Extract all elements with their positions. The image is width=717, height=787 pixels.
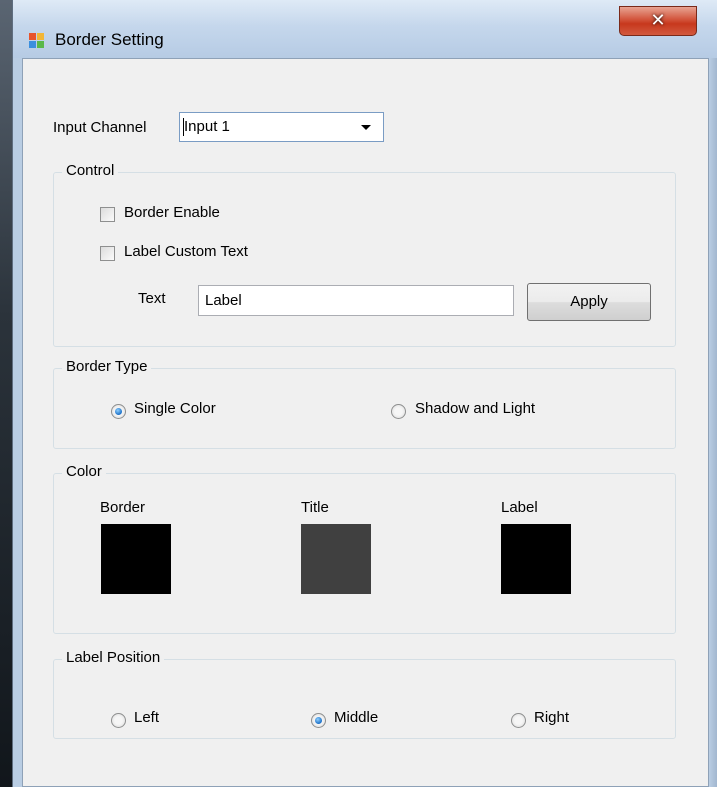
label-color-label: Label xyxy=(501,499,538,516)
single-color-label[interactable]: Single Color xyxy=(134,400,216,417)
control-group-title: Control xyxy=(62,162,119,179)
text-field-label: Text xyxy=(138,290,166,307)
chevron-down-icon[interactable] xyxy=(361,125,371,130)
border-type-group-title: Border Type xyxy=(62,358,152,375)
apply-button[interactable]: Apply xyxy=(527,283,651,321)
middle-radio[interactable] xyxy=(311,713,326,728)
window-frame-right xyxy=(709,58,717,787)
label-color-swatch[interactable] xyxy=(501,524,571,594)
shadow-and-light-label[interactable]: Shadow and Light xyxy=(415,400,535,417)
border-type-group: Border Type Single Color Shadow and Ligh… xyxy=(53,358,676,449)
window-title: Border Setting xyxy=(55,30,164,49)
custom-text-input[interactable]: Label xyxy=(198,285,514,316)
right-label[interactable]: Right xyxy=(534,709,569,726)
title-bar[interactable]: Border Setting ✕ xyxy=(13,0,717,58)
label-custom-text-checkbox[interactable] xyxy=(100,246,115,261)
right-radio[interactable] xyxy=(511,713,526,728)
color-group: Color Border Title Label xyxy=(53,463,676,634)
single-color-radio[interactable] xyxy=(111,404,126,419)
border-setting-window: Border Setting ✕ Input Channel Input 1 C… xyxy=(12,0,717,787)
desktop-background xyxy=(0,0,12,787)
label-custom-text-label[interactable]: Label Custom Text xyxy=(124,243,248,260)
title-color-label: Title xyxy=(301,499,329,516)
border-color-label: Border xyxy=(100,499,146,516)
dialog-client-area: Input Channel Input 1 Control Border Ena… xyxy=(22,58,709,787)
middle-label[interactable]: Middle xyxy=(334,709,378,726)
shadow-and-light-radio[interactable] xyxy=(391,404,406,419)
left-label[interactable]: Left xyxy=(134,709,159,726)
color-group-title: Color xyxy=(62,463,106,480)
input-channel-dropdown[interactable]: Input 1 xyxy=(179,112,384,142)
label-position-group-title: Label Position xyxy=(62,649,165,666)
custom-text-value: Label xyxy=(205,292,242,309)
border-enable-label[interactable]: Border Enable xyxy=(124,204,220,221)
input-channel-value: Input 1 xyxy=(184,118,230,135)
control-group: Control Border Enable Label Custom Text … xyxy=(53,162,676,347)
title-color-swatch[interactable] xyxy=(301,524,371,594)
border-color-swatch[interactable] xyxy=(101,524,171,594)
close-icon: ✕ xyxy=(650,10,666,30)
label-position-group: Label Position Left Middle Right xyxy=(53,649,676,739)
window-app-icon xyxy=(29,33,45,49)
input-channel-label: Input Channel xyxy=(53,119,147,136)
left-radio[interactable] xyxy=(111,713,126,728)
border-enable-checkbox[interactable] xyxy=(100,207,115,222)
close-button[interactable]: ✕ xyxy=(619,6,697,36)
